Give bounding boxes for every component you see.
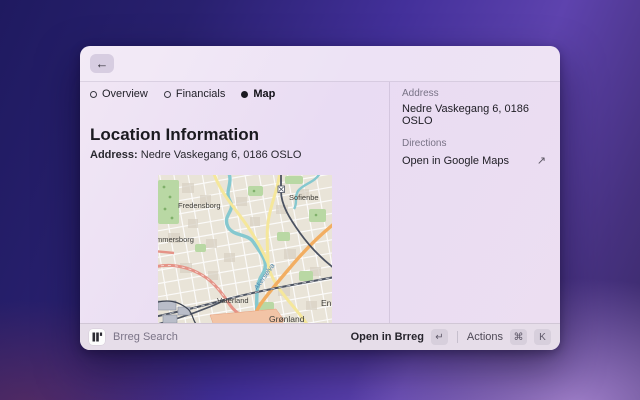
footer-bar: Brreg Search Open in Brreg ↵ Actions ⌘ K bbox=[80, 323, 560, 350]
back-arrow-icon: ← bbox=[96, 56, 109, 71]
footer-divider bbox=[457, 331, 458, 343]
map-label-enerhaugen: En bbox=[321, 298, 332, 308]
tab-overview[interactable]: Overview bbox=[90, 88, 148, 100]
sidebar-directions-label: Directions bbox=[402, 138, 548, 149]
tab-map[interactable]: Map bbox=[241, 88, 275, 100]
tab-label: Overview bbox=[102, 88, 148, 100]
radio-circle-icon bbox=[164, 91, 171, 98]
radio-circle-icon bbox=[90, 91, 97, 98]
open-in-brreg-button[interactable]: Open in Brreg bbox=[351, 331, 424, 343]
actions-button[interactable]: Actions bbox=[467, 331, 503, 343]
address-value: Nedre Vaskegang 6, 0186 OSLO bbox=[141, 149, 302, 161]
back-button[interactable]: ← bbox=[90, 54, 114, 73]
sidebar-address-value: Nedre Vaskegang 6, 0186 OSLO bbox=[402, 103, 548, 127]
map-label-fredensborg: Fredensborg bbox=[178, 201, 221, 210]
app-window: ← Overview Financials Map Location Infor… bbox=[80, 46, 560, 350]
tab-financials[interactable]: Financials bbox=[164, 88, 226, 100]
window-header: ← bbox=[80, 46, 560, 82]
map-container[interactable]: Fredensborg mmersborg Sofienbe Vaterland… bbox=[158, 175, 332, 326]
content-area: Overview Financials Map Location Informa… bbox=[80, 82, 560, 323]
map-label-vaterland: Vaterland bbox=[217, 296, 249, 305]
address-line: Address: Nedre Vaskegang 6, 0186 OSLO bbox=[90, 149, 389, 161]
map-label-hammersborg: mmersborg bbox=[158, 235, 194, 244]
rail-crossing-icon bbox=[278, 186, 285, 193]
map-label-sofienberg: Sofienbe bbox=[289, 193, 319, 202]
tab-bar: Overview Financials Map bbox=[90, 88, 389, 100]
open-google-maps-label: Open in Google Maps bbox=[402, 155, 509, 167]
sidebar-address-label: Address bbox=[402, 88, 548, 99]
radio-filled-icon bbox=[241, 91, 248, 98]
tab-label: Map bbox=[253, 88, 275, 100]
page-title: Location Information bbox=[90, 125, 389, 145]
tab-label: Financials bbox=[176, 88, 226, 100]
oslo-map: Fredensborg mmersborg Sofienbe Vaterland… bbox=[158, 175, 332, 326]
open-google-maps-link[interactable]: Open in Google Maps ↗ bbox=[402, 154, 548, 167]
detail-sidebar: Address Nedre Vaskegang 6, 0186 OSLO Dir… bbox=[390, 82, 560, 323]
return-key-icon[interactable]: ↵ bbox=[431, 329, 448, 345]
cmd-key-icon: ⌘ bbox=[510, 329, 527, 345]
brreg-logo-icon bbox=[89, 329, 105, 345]
main-column: Overview Financials Map Location Informa… bbox=[80, 82, 390, 323]
footer-actions: Open in Brreg ↵ Actions ⌘ K bbox=[351, 329, 551, 345]
address-label: Address: bbox=[90, 149, 138, 161]
extension-name: Brreg Search bbox=[113, 331, 178, 343]
k-key-icon: K bbox=[534, 329, 551, 345]
external-link-icon: ↗ bbox=[537, 154, 546, 167]
